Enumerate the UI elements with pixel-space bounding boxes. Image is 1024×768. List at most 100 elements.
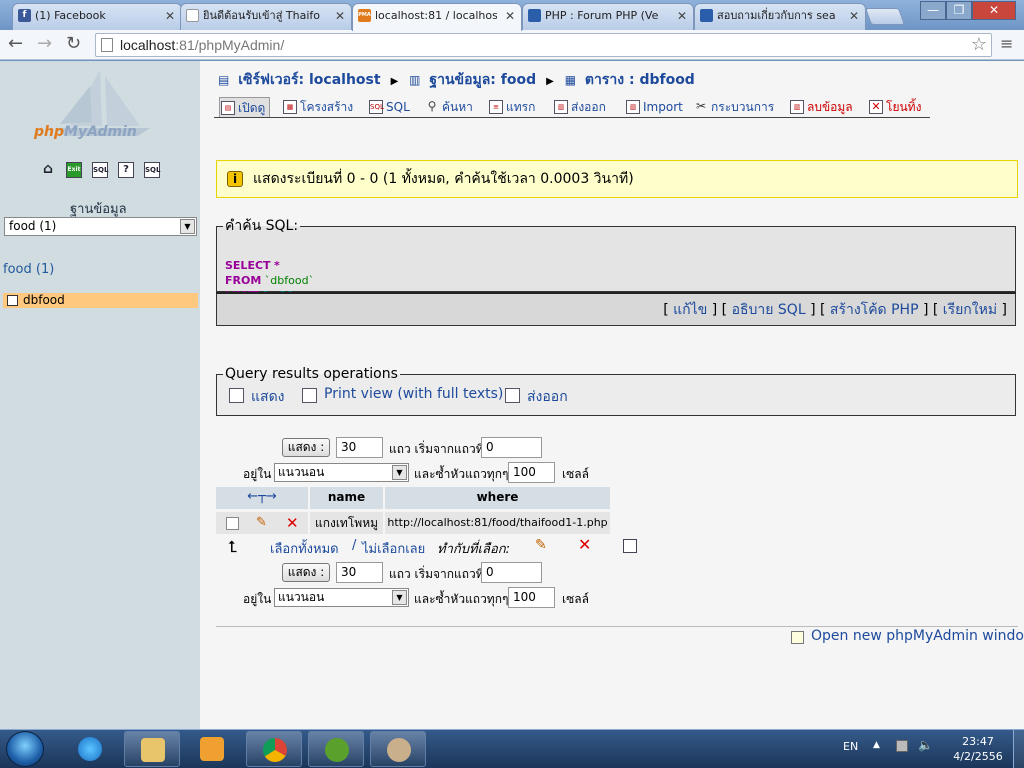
breadcrumb-table[interactable]: ตาราง : dbfood: [585, 72, 695, 88]
show-button[interactable]: แสดง :: [282, 438, 330, 457]
tools-icon: ✂: [695, 99, 707, 113]
bookmark-star-icon[interactable]: ☆: [971, 34, 987, 55]
browser-tab-forum-php[interactable]: PHP : Forum PHP (Ve ✕: [522, 3, 694, 30]
refresh-link[interactable]: เรียกใหม่: [943, 302, 997, 318]
database-select[interactable]: food (1) ▼: [4, 217, 197, 236]
database-link[interactable]: food (1): [3, 262, 54, 277]
tab-browse[interactable]: ▤ เปิดดู: [219, 97, 271, 117]
taskbar-paint[interactable]: [370, 731, 426, 767]
arrow-right-icon: ▶: [390, 76, 399, 87]
rows-label-bottom: แถว เริ่มจากแถวที่: [389, 567, 484, 581]
browser-tab-thaifood[interactable]: ยินดีต้อนรับเข้าสู่ Thaifo ✕: [180, 3, 352, 30]
minimize-button[interactable]: —: [920, 1, 946, 20]
sql-query-box: คำค้น SQL: SELECT * FROM `dbfood` LIMIT …: [216, 215, 1016, 302]
breadcrumb-database[interactable]: ฐานข้อมูล: food: [429, 72, 536, 88]
chevron-down-icon[interactable]: ▼: [392, 590, 407, 605]
sidebar-table-item[interactable]: dbfood: [3, 293, 198, 308]
delete-icon[interactable]: ✕: [578, 535, 591, 554]
close-icon[interactable]: ✕: [849, 4, 859, 28]
export-link[interactable]: ส่งออก: [505, 386, 568, 408]
delete-icon[interactable]: ✕: [286, 512, 299, 534]
tab-empty[interactable]: ▥ ลบข้อมูล: [789, 97, 853, 117]
tab-drop[interactable]: ✕ โยนทิ้ง: [868, 97, 921, 117]
tab-operations[interactable]: ✂ กระบวนการ: [693, 97, 774, 117]
home-icon[interactable]: ⌂: [40, 162, 56, 178]
start-row-input-bottom[interactable]: 0: [481, 562, 542, 583]
mode-select-bottom[interactable]: แนวนอน ▼: [274, 588, 409, 607]
row-checkbox[interactable]: [226, 517, 239, 530]
close-icon[interactable]: ✕: [505, 4, 515, 28]
docs-icon[interactable]: ?: [118, 162, 134, 178]
tab-sql[interactable]: SQL SQL: [368, 97, 410, 117]
repeat-label: และซ้ำหัวแถวทุกๆ: [414, 467, 509, 481]
tab-insert[interactable]: ≡ แทรก: [488, 97, 535, 117]
open-new-window-link[interactable]: Open new phpMyAdmin window: [790, 628, 1024, 644]
edit-pencil-icon[interactable]: ✎: [256, 512, 267, 534]
browser-tab-phpmyadmin[interactable]: PMA localhost:81 / localhos ✕: [352, 3, 522, 31]
edit-pencil-icon[interactable]: ✎: [535, 537, 547, 553]
uncheck-all-link[interactable]: ไม่เลือกเลย: [362, 538, 425, 559]
close-icon[interactable]: ✕: [165, 4, 175, 28]
rows-input[interactable]: 30: [336, 437, 383, 458]
browser-tab-forum-search[interactable]: สอบถามเกี่ยวกับการ sea ✕: [694, 3, 866, 30]
sql-line-select: SELECT *: [225, 259, 280, 272]
sql-icon[interactable]: SQL: [92, 162, 108, 178]
start-row-input[interactable]: 0: [481, 437, 542, 458]
chevron-down-icon[interactable]: ▼: [392, 465, 407, 480]
menu-icon[interactable]: ≡: [1000, 33, 1013, 55]
explain-sql-link[interactable]: อธิบาย SQL: [732, 302, 806, 318]
back-icon[interactable]: ←: [8, 33, 23, 55]
taskbar-explorer[interactable]: [124, 731, 180, 767]
network-icon[interactable]: [896, 740, 908, 752]
table-item-label: dbfood: [23, 293, 65, 307]
volume-icon[interactable]: 🔈: [918, 738, 933, 752]
breadcrumb-server[interactable]: เซิร์ฟเวอร์: localhost: [238, 72, 380, 88]
taskbar-media-player[interactable]: [184, 731, 240, 767]
check-all-link[interactable]: เลือกทั้งหมด: [270, 538, 339, 559]
maximize-button[interactable]: ❐: [946, 1, 972, 20]
drop-icon: ✕: [869, 100, 883, 114]
taskbar-chrome[interactable]: [246, 731, 302, 767]
create-php-link[interactable]: สร้างโค้ด PHP: [830, 302, 919, 318]
mode-label: อยู่ใน: [243, 467, 272, 481]
tab-import[interactable]: ▥ Import: [625, 97, 683, 117]
column-header-name[interactable]: name: [310, 487, 383, 509]
repeat-input[interactable]: 100: [508, 462, 555, 483]
print-show-link[interactable]: แสดง: [229, 386, 285, 408]
forward-icon[interactable]: →: [37, 33, 52, 55]
print-view-link[interactable]: Print view (with full texts): [302, 386, 503, 403]
database-icon: ▥: [409, 73, 421, 87]
edit-query-link[interactable]: แก้ไข: [673, 302, 707, 318]
export-icon[interactable]: [623, 539, 637, 553]
column-arrows-header[interactable]: ←┬→: [216, 487, 308, 509]
clock[interactable]: 23:47 4/2/2556: [948, 734, 1008, 764]
address-text[interactable]: localhost:81/phpMyAdmin/: [120, 37, 284, 53]
close-icon[interactable]: ✕: [677, 4, 687, 28]
tab-search[interactable]: ⚲ ค้นหา: [424, 97, 473, 117]
sql-docs-icon[interactable]: SQL: [144, 162, 160, 178]
address-bar[interactable]: localhost:81/phpMyAdmin/ ☆: [95, 33, 992, 57]
tab-structure[interactable]: ▦ โครงสร้าง: [282, 97, 353, 117]
chevron-down-icon[interactable]: ▼: [180, 219, 195, 234]
taskbar-dreamweaver[interactable]: [308, 731, 364, 767]
repeat-input-bottom[interactable]: 100: [508, 587, 555, 608]
tab-export[interactable]: ▥ ส่งออก: [553, 97, 606, 117]
arrow-right-icon: ▶: [546, 76, 554, 87]
browser-tab-facebook[interactable]: f (1) Facebook ✕: [12, 3, 182, 30]
language-indicator[interactable]: EN: [843, 740, 858, 753]
show-desktop-button[interactable]: [1013, 730, 1024, 768]
new-tab-button[interactable]: [864, 8, 906, 25]
reload-icon[interactable]: ↻: [66, 33, 81, 55]
mode-select[interactable]: แนวนอน ▼: [274, 463, 409, 482]
show-button-bottom[interactable]: แสดง :: [282, 563, 330, 582]
facebook-icon: f: [18, 9, 31, 22]
rows-input-bottom[interactable]: 30: [336, 562, 383, 583]
close-icon[interactable]: ✕: [335, 4, 345, 28]
window-close-button[interactable]: ✕: [972, 1, 1016, 20]
taskbar-ie[interactable]: [62, 731, 118, 767]
tray-arrow-icon[interactable]: ▲: [873, 740, 880, 750]
tab-label: (1) Facebook: [35, 9, 106, 22]
column-header-where[interactable]: where: [385, 487, 610, 509]
exit-icon[interactable]: Exit: [66, 162, 82, 178]
start-button[interactable]: [6, 731, 44, 767]
